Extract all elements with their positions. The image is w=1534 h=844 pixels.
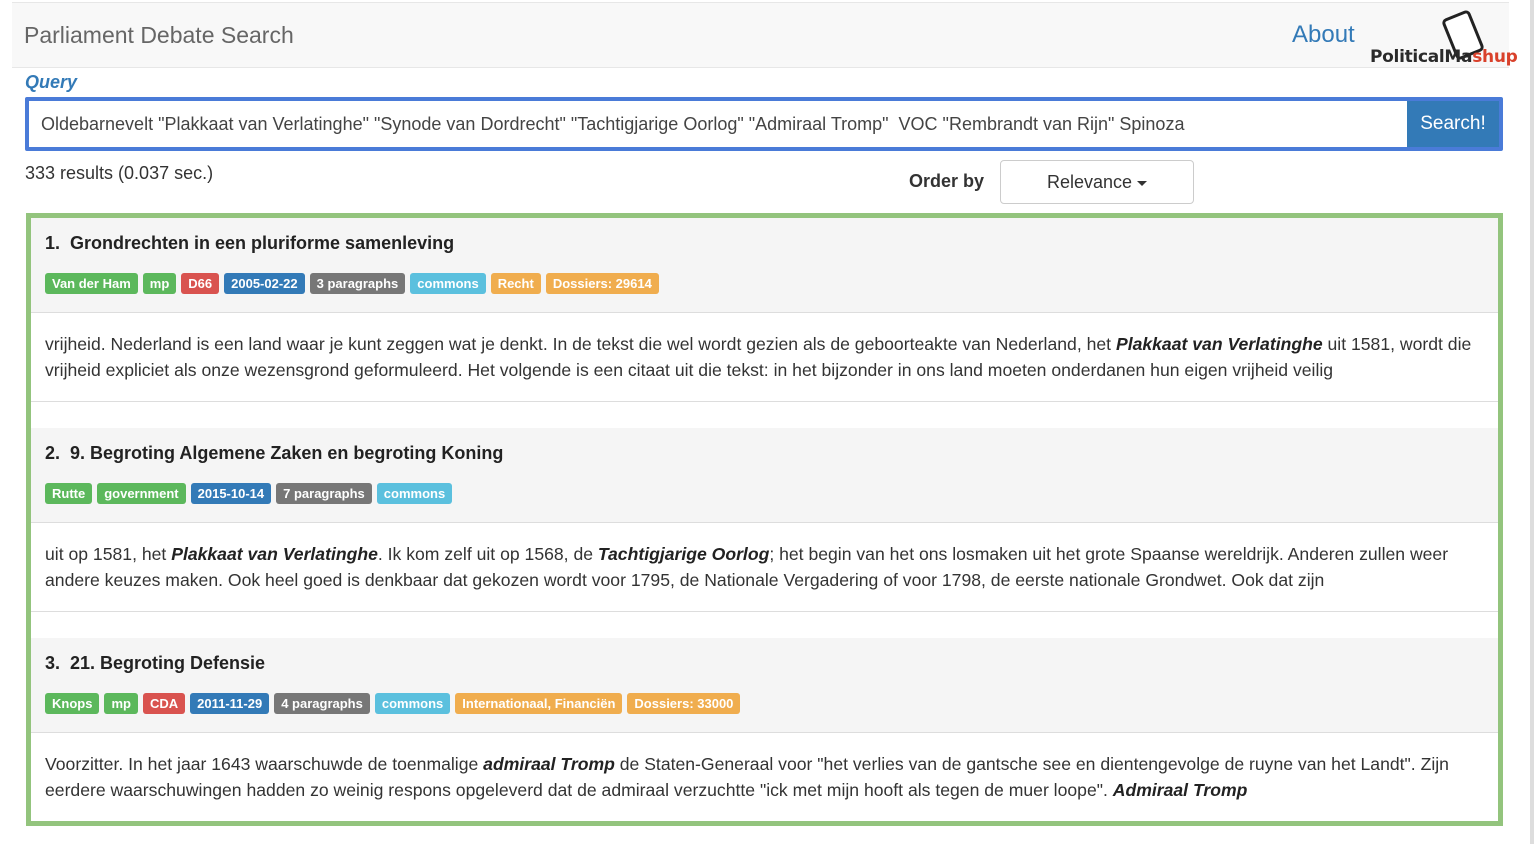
result-tag[interactable]: Dossiers: 29614 bbox=[545, 273, 659, 294]
result-tags: Rutte government 2015-10-14 7 paragraphs com… bbox=[45, 483, 453, 504]
result-number: 1. bbox=[45, 233, 61, 253]
result-tag[interactable]: 2015-10-14 bbox=[190, 483, 272, 504]
result-tag[interactable]: government bbox=[97, 483, 186, 504]
result-tag[interactable]: Dossiers: 33000 bbox=[627, 693, 741, 714]
result-tag[interactable]: mp bbox=[104, 693, 138, 714]
order-by-label: Order by bbox=[909, 171, 985, 191]
snippet-text: Voorzitter. In het jaar 1643 waarschuwde… bbox=[45, 754, 484, 774]
result-tag[interactable]: mp bbox=[142, 273, 177, 294]
highlight-term: Admiraal Tromp bbox=[1112, 780, 1248, 800]
result-tag[interactable]: 2011-11-29 bbox=[190, 693, 270, 714]
result-header: 2. 9. Begroting Algemene Zaken en begroti… bbox=[31, 428, 1498, 523]
result-divider bbox=[31, 611, 1498, 639]
result-number: 3. bbox=[45, 653, 61, 673]
result-title[interactable]: 1. Grondrechten in een pluriforme samenle… bbox=[45, 233, 454, 254]
result-title[interactable]: 3. 21. Begroting Defensie bbox=[45, 653, 265, 674]
result-tag[interactable]: D66 bbox=[181, 273, 220, 294]
highlight-term: Tachtigjarige Oorlog bbox=[597, 544, 770, 564]
result-snippet: Voorzitter. In het jaar 1643 waarschuwde… bbox=[45, 751, 1475, 803]
order-by-dropdown[interactable]: Relevance bbox=[1000, 160, 1194, 204]
result-title-text[interactable]: Grondrechten in een pluriforme samenlevi… bbox=[70, 233, 454, 253]
logo-text: PoliticalMashup bbox=[1370, 47, 1518, 67]
result-title-text[interactable]: 21. Begroting Defensie bbox=[70, 653, 265, 673]
politicalmashup-logo[interactable]: PoliticalMashup bbox=[1370, 7, 1518, 67]
result-tag[interactable]: Van der Ham bbox=[45, 273, 138, 294]
result-tag[interactable]: commons bbox=[374, 693, 451, 714]
result-tag[interactable]: Internationaal, Financiën bbox=[455, 693, 623, 714]
logo-text-part2: shup bbox=[1472, 47, 1518, 67]
results-list: 1. Grondrechten in een pluriforme samenle… bbox=[26, 213, 1503, 826]
result-snippet: uit op 1581, het Plakkaat van Verlatingh… bbox=[45, 541, 1475, 593]
highlight-term: Plakkaat van Verlatinghe bbox=[1115, 334, 1323, 354]
result-divider bbox=[31, 401, 1498, 429]
results-count: 333 results (0.037 sec.) bbox=[25, 163, 214, 183]
search-form: Search! bbox=[25, 97, 1503, 151]
result-tag[interactable]: 3 paragraphs bbox=[309, 273, 406, 294]
result-tag[interactable]: Recht bbox=[490, 273, 541, 294]
result-number: 2. bbox=[45, 443, 61, 463]
result-tag[interactable]: 2005-02-22 bbox=[224, 273, 305, 294]
query-label: Query bbox=[25, 72, 78, 92]
highlight-term: admiraal Tromp bbox=[483, 754, 615, 774]
snippet-text: . Ik kom zelf uit op 1568, de bbox=[377, 544, 598, 564]
result-tag[interactable]: commons bbox=[410, 273, 486, 294]
result-tag[interactable]: Rutte bbox=[45, 483, 93, 504]
order-by-value: Relevance bbox=[1046, 172, 1133, 192]
result-snippet: vrijheid. Nederland is een land waar je … bbox=[45, 331, 1475, 383]
result-tag[interactable]: commons bbox=[376, 483, 453, 504]
page-scrollbar[interactable] bbox=[1530, 0, 1534, 844]
highlight-term: Plakkaat van Verlatinghe bbox=[171, 544, 378, 564]
navbar: Parliament Debate Search About Political… bbox=[12, 2, 1518, 68]
result-title[interactable]: 2. 9. Begroting Algemene Zaken en begroti… bbox=[45, 443, 503, 464]
snippet-text: uit op 1581, het bbox=[45, 544, 172, 564]
brand-title[interactable]: Parliament Debate Search bbox=[24, 22, 294, 49]
about-link[interactable]: About bbox=[1292, 21, 1355, 49]
snippet-text: vrijheid. Nederland is een land waar je … bbox=[45, 334, 1116, 354]
result-header: 3. 21. Begroting Defensie Knops mp CDA 2011-… bbox=[31, 638, 1498, 733]
caret-down-icon bbox=[1137, 180, 1148, 186]
search-button[interactable]: Search! bbox=[1407, 101, 1499, 147]
logo-text-part1: PoliticalMa bbox=[1370, 47, 1473, 67]
result-tags: Knops mp CDA 2011-11-29 4 paragraphs commons I… bbox=[45, 693, 741, 714]
result-title-text[interactable]: 9. Begroting Algemene Zaken en begroting… bbox=[70, 443, 503, 463]
result-tag[interactable]: CDA bbox=[142, 693, 186, 714]
search-input[interactable] bbox=[29, 101, 1407, 147]
result-tag[interactable]: 4 paragraphs bbox=[274, 693, 370, 714]
result-tags: Van der Ham mp D66 2005-02-22 3 paragraphs co… bbox=[45, 273, 659, 294]
result-header: 1. Grondrechten in een pluriforme samenle… bbox=[31, 218, 1498, 313]
result-tag[interactable]: Knops bbox=[45, 693, 100, 714]
result-tag[interactable]: 7 paragraphs bbox=[276, 483, 372, 504]
